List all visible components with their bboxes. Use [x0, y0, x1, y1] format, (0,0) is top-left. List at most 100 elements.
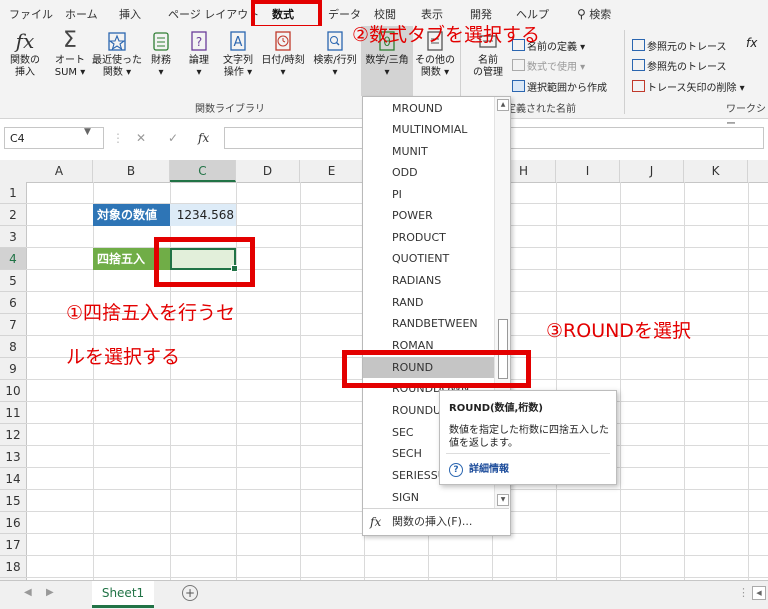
menu-item-multinomial[interactable]: MULTINOMIAL: [363, 119, 494, 140]
scroll-down-icon[interactable]: ▼: [497, 494, 509, 506]
text-functions-button[interactable]: A 文字列 操作 ▾: [220, 30, 256, 79]
trace-dependents-label: 参照先のトレース: [647, 62, 727, 73]
row-header-4[interactable]: 4: [0, 248, 26, 270]
chevron-down-icon[interactable]: ▼: [84, 127, 91, 137]
use-in-formula-button[interactable]: 数式で使用 ▾: [512, 58, 585, 73]
tooltip-divider: [446, 453, 610, 454]
cell-b2[interactable]: 対象の数値: [93, 204, 170, 226]
recently-used-label: 最近使った 関数 ▾: [92, 55, 142, 78]
row-header-2[interactable]: 2: [0, 204, 26, 226]
row-header-6[interactable]: 6: [0, 292, 26, 314]
remove-arrows-label: トレース矢印の削除 ▾: [647, 83, 745, 94]
column-header-d[interactable]: D: [236, 160, 300, 182]
create-from-selection-label: 選択範囲から作成: [527, 83, 607, 94]
grid-line: [556, 182, 557, 580]
grid-line: [620, 182, 621, 580]
row-header-14[interactable]: 14: [0, 468, 26, 490]
remove-arrows-button[interactable]: トレース矢印の削除 ▾: [632, 79, 745, 94]
insert-function-menu-label: 関数の挿入(F)...: [392, 515, 473, 528]
add-sheet-icon[interactable]: +: [182, 585, 198, 601]
column-header-j[interactable]: J: [620, 160, 684, 182]
search-label: 検索: [589, 8, 612, 21]
menu-item-radians[interactable]: RADIANS: [363, 270, 494, 291]
column-header-e[interactable]: E: [300, 160, 364, 182]
row-header-17[interactable]: 17: [0, 534, 26, 556]
row-header-10[interactable]: 10: [0, 380, 26, 402]
trace-precedents-button[interactable]: 参照元のトレース: [632, 38, 727, 53]
insert-function-button[interactable]: fx 関数の 挿入: [8, 30, 42, 79]
row-header-5[interactable]: 5: [0, 270, 26, 292]
row-header-12[interactable]: 12: [0, 424, 26, 446]
insert-function-menu-item[interactable]: fx 関数の挿入(F)...: [363, 508, 509, 535]
menu-item-odd[interactable]: ODD: [363, 162, 494, 183]
use-in-formula-label: 数式で使用 ▾: [527, 62, 586, 73]
math-trig-label: 数学/三角 ▾: [365, 55, 409, 78]
search-icon: ⚲: [577, 7, 586, 21]
scroll-up-icon[interactable]: ▲: [497, 99, 509, 111]
menu-item-pi[interactable]: PI: [363, 184, 494, 205]
column-header-k[interactable]: K: [684, 160, 748, 182]
row-header-11[interactable]: 11: [0, 402, 26, 424]
grid-line: [300, 182, 301, 580]
menu-item-munit[interactable]: MUNIT: [363, 141, 494, 162]
help-circle-icon: ?: [449, 463, 463, 477]
more-info-link[interactable]: ? 詳細情報: [449, 460, 509, 477]
insert-function-label: 関数の 挿入: [10, 55, 40, 78]
horizontal-scroll-left-icon[interactable]: ◀: [752, 586, 766, 600]
column-header-b[interactable]: B: [93, 160, 170, 182]
row-header-13[interactable]: 13: [0, 446, 26, 468]
row-header-7[interactable]: 7: [0, 314, 26, 336]
menu-item-power[interactable]: POWER: [363, 205, 494, 226]
tab-page-layout[interactable]: ページ レイアウト: [168, 6, 259, 22]
star-icon: [107, 30, 127, 52]
annotation-step1-line1: ①四捨五入を行うセ: [66, 302, 236, 324]
search-box[interactable]: ⚲ 検索: [577, 6, 611, 22]
text-a-icon: A: [228, 30, 248, 52]
menu-item-randbetween[interactable]: RANDBETWEEN: [363, 313, 494, 334]
row-header-16[interactable]: 16: [0, 512, 26, 534]
trace-precedents-icon: [632, 39, 645, 51]
row-header-1[interactable]: 1: [0, 182, 26, 204]
grid-line: [684, 182, 685, 580]
autosum-button[interactable]: Σ オート SUM ▾: [52, 30, 88, 79]
group-label-function-library: 関数ライブラリ: [195, 104, 265, 115]
function-tooltip: ROUND(数値,桁数) 数値を指定した桁数に四捨五入した 値を返します。 ? 詳…: [439, 390, 617, 485]
tab-home[interactable]: ホーム: [65, 6, 98, 22]
scroll-right-icon[interactable]: ▶: [46, 587, 54, 598]
row-header-15[interactable]: 15: [0, 490, 26, 512]
menu-item-mround[interactable]: MROUND: [363, 98, 494, 119]
horizontal-scroll-more-icon[interactable]: ⋮: [738, 586, 749, 599]
row-header-3[interactable]: 3: [0, 226, 26, 248]
show-formulas-icon[interactable]: fx: [746, 36, 757, 50]
highlight-box-round: [342, 350, 531, 388]
trace-dependents-button[interactable]: 参照先のトレース: [632, 58, 727, 73]
financial-button[interactable]: 財務 ▾: [146, 30, 176, 79]
create-from-selection-button[interactable]: 選択範囲から作成: [512, 79, 607, 94]
group-label-defined-names: 定義された名前: [506, 104, 576, 115]
column-header-a[interactable]: A: [26, 160, 93, 182]
menu-item-product[interactable]: PRODUCT: [363, 227, 494, 248]
tab-file[interactable]: ファイル: [9, 6, 53, 22]
menu-item-quotient[interactable]: QUOTIENT: [363, 248, 494, 269]
datetime-button[interactable]: 日付/時刻 ▾: [258, 30, 308, 79]
row-header-18[interactable]: 18: [0, 556, 26, 578]
more-info-label: 詳細情報: [469, 464, 509, 475]
menu-item-rand[interactable]: RAND: [363, 292, 494, 313]
row-headers: 1 2 3 4 5 6 7 8 9 10 11 12 13 14 15 16 1…: [0, 182, 27, 580]
recently-used-button[interactable]: 最近使った 関数 ▾: [92, 30, 142, 79]
menu-item-sign[interactable]: SIGN: [363, 487, 494, 508]
row-header-9[interactable]: 9: [0, 358, 26, 380]
cell-c2[interactable]: 1234.568: [170, 204, 236, 226]
annotation-step3: ③ROUNDを選択: [546, 320, 691, 342]
logical-button[interactable]: ? 論理 ▾: [184, 30, 214, 79]
tab-insert[interactable]: 挿入: [119, 6, 141, 22]
column-header-i[interactable]: I: [556, 160, 620, 182]
sheet-tab-sheet1[interactable]: Sheet1: [92, 581, 154, 608]
row-header-8[interactable]: 8: [0, 336, 26, 358]
insert-function-icon[interactable]: fx: [198, 131, 209, 145]
cancel-icon[interactable]: ✕: [136, 131, 146, 145]
enter-icon[interactable]: ✓: [168, 131, 178, 145]
scroll-left-icon[interactable]: ◀: [24, 587, 32, 598]
column-header-c[interactable]: C: [170, 160, 236, 182]
ribbon-separator: [624, 30, 625, 114]
